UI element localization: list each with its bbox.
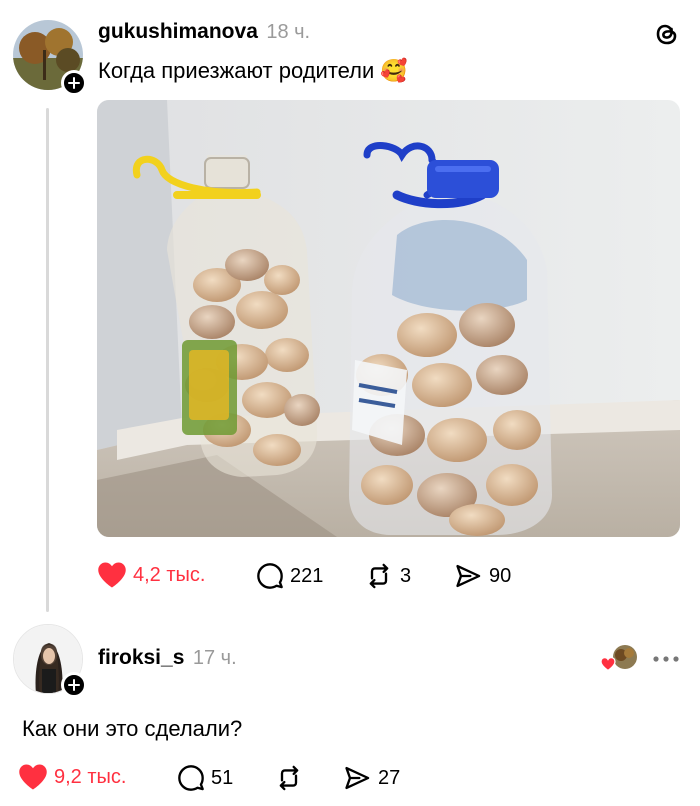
post-comment-button[interactable]: 221 xyxy=(256,562,323,590)
post-text: Когда приезжают родители 🥰 xyxy=(98,58,408,83)
heart-icon xyxy=(19,764,47,790)
reply-follow-plus-button[interactable] xyxy=(61,672,87,698)
author-mini-avatar xyxy=(613,645,637,669)
post-like-count: 4,2 тыс. xyxy=(133,563,206,586)
reply-text: Как они это сделали? xyxy=(22,716,243,741)
post-share-button[interactable]: 90 xyxy=(453,562,511,590)
comment-icon xyxy=(257,563,283,589)
reply-time: 17 ч. xyxy=(192,647,237,669)
post-repost-count: 3 xyxy=(400,564,412,587)
reply-comment-count: 51 xyxy=(211,766,234,789)
heart-icon xyxy=(600,657,616,671)
heart-icon xyxy=(98,562,126,588)
more-icon[interactable] xyxy=(652,652,680,664)
reply-comment-button[interactable]: 51 xyxy=(177,764,233,792)
plus-icon xyxy=(68,77,80,89)
reply-share-button[interactable]: 27 xyxy=(342,764,400,792)
share-icon xyxy=(456,564,481,588)
reply-share-count: 27 xyxy=(378,766,401,789)
post-username[interactable]: gukushimanova xyxy=(98,20,258,43)
thread-line xyxy=(46,108,49,612)
follow-plus-button[interactable] xyxy=(61,70,87,96)
threads-logo-icon[interactable] xyxy=(652,19,682,49)
post-like-button[interactable]: 4,2 тыс. xyxy=(97,561,205,589)
repost-icon xyxy=(279,765,299,791)
reply-username[interactable]: firoksi_s xyxy=(98,646,184,669)
comment-icon xyxy=(178,765,204,791)
reply-header: firoksi_s 17 ч. xyxy=(98,646,237,670)
author-liked-badge xyxy=(600,645,640,673)
post-time: 18 ч. xyxy=(266,21,311,43)
plus-icon xyxy=(68,679,80,691)
post-repost-button[interactable]: 3 xyxy=(364,562,411,590)
repost-icon xyxy=(369,563,389,589)
reply-repost-button[interactable] xyxy=(274,764,304,792)
reply-like-button[interactable]: 9,2 тыс. xyxy=(18,763,126,791)
post-header: gukushimanova 18 ч. xyxy=(98,20,310,44)
post-share-count: 90 xyxy=(489,564,512,587)
reply-like-count: 9,2 тыс. xyxy=(54,765,127,788)
post-image[interactable] xyxy=(97,100,680,537)
post-comment-count: 221 xyxy=(290,564,324,587)
share-icon xyxy=(345,766,370,790)
